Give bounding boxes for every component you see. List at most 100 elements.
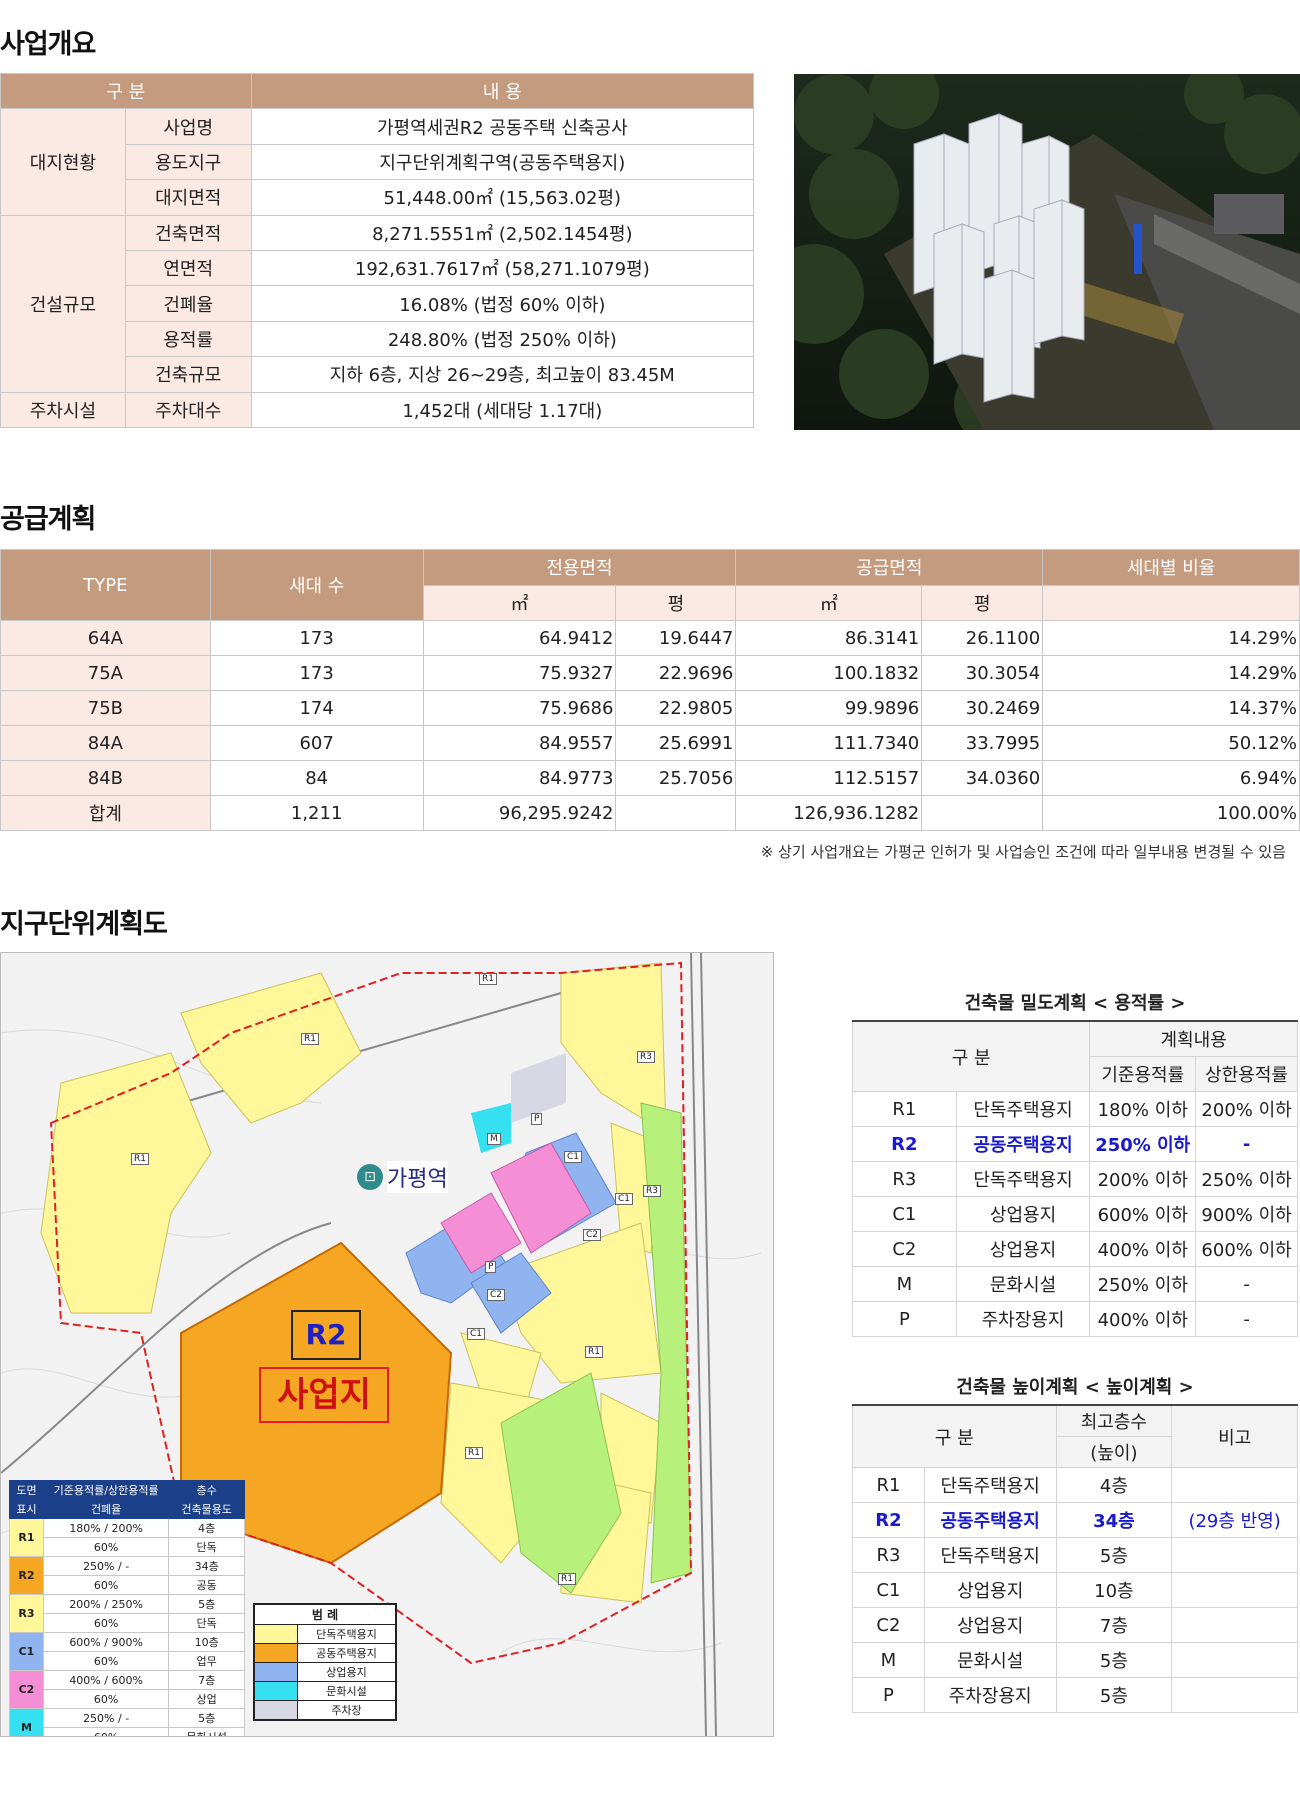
height-note: [1171, 1677, 1298, 1713]
map-label: R1: [301, 1033, 319, 1045]
map-label: R1: [131, 1153, 149, 1165]
height-use: 상업용지: [923, 1607, 1057, 1643]
height-floors: 5층: [1055, 1677, 1173, 1713]
legend-box-label: 단독주택용지: [297, 1624, 397, 1644]
units-cell: 1,211: [209, 795, 424, 831]
table-row: R2 공동주택용지 250% 이하 -: [852, 1126, 1298, 1162]
density-base: 400% 이하: [1089, 1301, 1197, 1337]
density-max: -: [1195, 1126, 1298, 1162]
height-use: 공동주택용지: [923, 1502, 1057, 1538]
height-use: 단독주택용지: [923, 1467, 1057, 1503]
height-code: R3: [852, 1537, 925, 1573]
su-m2-cell: 100.1832: [735, 655, 923, 691]
height-floors: 7층: [1055, 1607, 1173, 1643]
su-m2-cell: 111.7340: [735, 725, 923, 761]
legend-floors: 4층: [168, 1518, 245, 1538]
units-cell: 84: [209, 760, 424, 796]
supply-title: 공급계획: [0, 504, 96, 535]
legend-far: 600% / 900%: [42, 1632, 170, 1652]
header-type: TYPE: [0, 549, 211, 621]
map-label: P: [531, 1113, 543, 1125]
map-label: C2: [487, 1289, 506, 1301]
legend-floors: 10층: [168, 1632, 245, 1652]
density-base: 250% 이하: [1089, 1126, 1197, 1162]
su-m2-cell: 126,936.1282: [735, 795, 923, 831]
aerial-rendering-image: [794, 74, 1300, 430]
row-value: 248.80% (법정 250% 이하): [250, 320, 755, 358]
ex-m2-cell: 75.9327: [422, 655, 617, 691]
height-floors: 34층: [1055, 1502, 1173, 1538]
legend-h3: 기준용적률/상한용적률: [42, 1480, 170, 1500]
density-use: 문화시설: [955, 1266, 1091, 1302]
header-category: 구 분: [0, 72, 252, 110]
height-code: R1: [852, 1467, 925, 1503]
station-name: 가평역: [387, 1161, 448, 1193]
legend-swatch: [253, 1700, 298, 1721]
density-base: 180% 이하: [1089, 1091, 1197, 1127]
row-value: 8,271.5551㎡ (2,502.1454평): [250, 214, 755, 251]
table-row: R3 단독주택용지 5층: [852, 1537, 1298, 1573]
type-cell: 84A: [0, 725, 211, 761]
map-label: R1: [465, 1447, 483, 1459]
height-code: P: [852, 1677, 925, 1713]
density-max: 600% 이하: [1195, 1231, 1298, 1267]
su-py-cell: 34.0360: [921, 760, 1044, 796]
density-code: C1: [852, 1196, 957, 1232]
legend-box-label: 문화시설: [297, 1681, 397, 1701]
legend-h4: 건폐율: [42, 1499, 170, 1519]
height-note: [1171, 1537, 1298, 1573]
ratio-cell: 50.12%: [1042, 725, 1300, 761]
legend-use: 단독: [168, 1537, 245, 1557]
row-value: 16.08% (법정 60% 이하): [250, 285, 755, 322]
map-legend-table: 도면 기준용적률/상한용적률 층수 표시 건폐율 건축물용도 R1 180% / 200%…: [9, 1480, 245, 1736]
map-label: R1: [585, 1346, 603, 1358]
map-label: R1: [558, 1573, 576, 1585]
density-h-base: 기준용적률: [1089, 1056, 1197, 1092]
row-item: 건폐율: [124, 285, 252, 322]
map-label: C2: [583, 1229, 602, 1241]
height-h-height: (높이): [1055, 1436, 1173, 1468]
table-row: 75B 174 75.9686 22.9805 99.9896 30.2469 14.37%: [0, 690, 1300, 726]
row-item: 연면적: [124, 249, 252, 287]
overview-table: 구 분내 용 대지현황 사업명 가평역세권R2 공동주택 신축공사 용도지구 지구단위…: [0, 72, 755, 428]
height-floors: 5층: [1055, 1537, 1173, 1573]
legend-bcr: 60%: [42, 1537, 170, 1557]
legend-use: 상업: [168, 1689, 245, 1709]
height-use: 단독주택용지: [923, 1537, 1057, 1573]
table-row: R2 공동주택용지 34층 (29층 반영): [852, 1502, 1298, 1538]
row-item: 용도지구: [124, 143, 252, 181]
legend-far: 250% / -: [42, 1556, 170, 1576]
row-item: 대지면적: [124, 179, 252, 216]
su-py-cell: 30.3054: [921, 655, 1044, 691]
header-exclusive: 전용면적: [422, 549, 737, 586]
legend-swatch: [253, 1624, 298, 1644]
legend-swatch: [253, 1662, 298, 1682]
su-py-cell: [921, 795, 1044, 831]
density-use: 단독주택용지: [955, 1091, 1091, 1127]
map-label: R3: [643, 1185, 661, 1197]
density-code: R2: [852, 1126, 957, 1162]
header-ex-py: 평: [615, 584, 737, 621]
height-code: C1: [852, 1572, 925, 1608]
row-value: 가평역세권R2 공동주택 신축공사: [250, 108, 755, 145]
legend-use: 문화시설: [168, 1727, 245, 1736]
height-code: M: [852, 1642, 925, 1678]
legend-box-label: 주차장: [297, 1700, 397, 1721]
table-row: 75A 173 75.9327 22.9696 100.1832 30.3054 14.29…: [0, 655, 1300, 691]
legend-far: 200% / 250%: [42, 1594, 170, 1614]
supply-note: ※ 상기 사업개요는 가평군 인허가 및 사업승인 조건에 따라 일부내용 변경…: [760, 843, 1286, 861]
ratio-cell: 6.94%: [1042, 760, 1300, 796]
height-note: (29층 반영): [1171, 1502, 1298, 1538]
legend-code: R2: [9, 1556, 44, 1595]
height-floors: 4층: [1055, 1467, 1173, 1503]
table-row: C1 상업용지 10층: [852, 1572, 1298, 1608]
legend-bcr: 60%: [42, 1575, 170, 1595]
density-max: -: [1195, 1266, 1298, 1302]
legend-h2: 표시: [9, 1499, 44, 1519]
row-item: 건축규모: [124, 356, 252, 393]
density-use: 상업용지: [955, 1231, 1091, 1267]
type-cell: 64A: [0, 620, 211, 656]
header-su-m2: ㎡: [735, 584, 923, 621]
legend-far: 400% / 600%: [42, 1670, 170, 1690]
legend-bcr: 60%: [42, 1727, 170, 1736]
